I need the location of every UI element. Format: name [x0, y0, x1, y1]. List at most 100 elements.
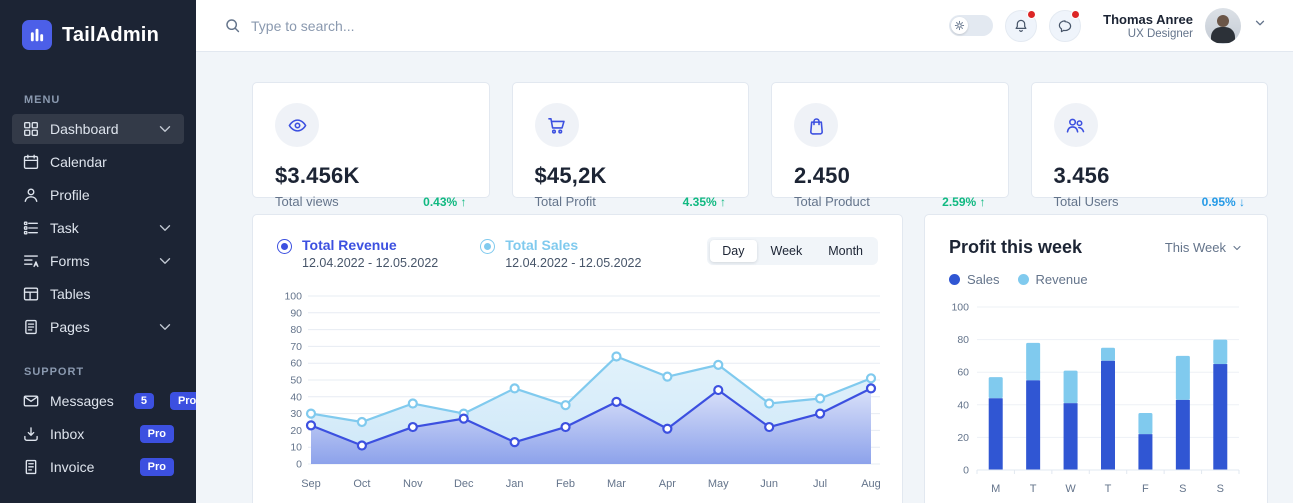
- pages-icon: [22, 318, 40, 336]
- sidebar-item-invoice[interactable]: InvoicePro: [12, 452, 184, 482]
- profit-chart-card: Profit this week This Week SalesRevenue …: [924, 214, 1268, 503]
- sidebar-item-label: Invoice: [50, 459, 94, 475]
- chevron-down-icon: [156, 252, 174, 270]
- svg-text:10: 10: [290, 442, 302, 454]
- calendar-icon: [22, 153, 40, 171]
- stats-row: $3.456K Total views 0.43% ↑ $45,2K Total…: [252, 82, 1268, 198]
- sidebar-item-messages[interactable]: Messages5Pro: [12, 386, 184, 416]
- svg-text:100: 100: [951, 302, 969, 314]
- sidebar-item-task[interactable]: Task: [12, 213, 184, 243]
- stat-value: $3.456K: [275, 163, 467, 189]
- user-icon: [22, 186, 40, 204]
- range-button-day[interactable]: Day: [710, 240, 756, 262]
- sidebar: TailAdmin MENU Dashboard Calendar Profil…: [0, 0, 196, 503]
- legend-item-sales: Sales: [949, 272, 1000, 287]
- svg-text:20: 20: [957, 432, 969, 444]
- sidebar-item-label: Dashboard: [50, 121, 119, 137]
- stat-delta: 0.43% ↑: [423, 195, 466, 209]
- chat-icon: [1057, 18, 1073, 34]
- svg-text:80: 80: [290, 324, 302, 336]
- count-badge: 5: [134, 393, 154, 409]
- app-logo-icon: [22, 20, 52, 50]
- week-select-dropdown[interactable]: This Week: [1165, 240, 1243, 255]
- message-dot: [1071, 10, 1080, 19]
- svg-text:0: 0: [963, 465, 969, 477]
- sidebar-item-dashboard[interactable]: Dashboard: [12, 114, 184, 144]
- svg-text:Jan: Jan: [506, 478, 524, 490]
- stat-card-total-profit: $45,2K Total Profit 4.35% ↑: [512, 82, 750, 198]
- svg-text:Mar: Mar: [607, 478, 626, 490]
- stat-label: Total Product: [794, 194, 870, 209]
- series-period: 12.04.2022 - 12.05.2022: [505, 256, 641, 270]
- user-name: Thomas Anree: [1103, 12, 1193, 27]
- sidebar-item-tables[interactable]: Tables: [12, 279, 184, 309]
- notifications-button[interactable]: [1005, 10, 1037, 42]
- nav-section-label: MENU: [24, 94, 172, 106]
- svg-text:F: F: [1142, 483, 1149, 495]
- grid-icon: [22, 120, 40, 138]
- svg-text:S: S: [1179, 483, 1186, 495]
- series-toggle-total-revenue[interactable]: Total Revenue 12.04.2022 - 12.05.2022: [277, 237, 438, 270]
- inbox-icon: [22, 425, 40, 443]
- range-button-month[interactable]: Month: [816, 240, 875, 262]
- chevron-down-icon: [156, 219, 174, 237]
- range-button-week[interactable]: Week: [759, 240, 815, 262]
- notification-dot: [1027, 10, 1036, 19]
- chevron-down-icon[interactable]: [1253, 16, 1267, 35]
- eye-icon: [275, 103, 319, 147]
- search-icon: [224, 17, 241, 34]
- svg-text:70: 70: [290, 341, 302, 353]
- sidebar-item-profile[interactable]: Profile: [12, 180, 184, 210]
- svg-text:0: 0: [296, 459, 302, 471]
- series-period: 12.04.2022 - 12.05.2022: [302, 256, 438, 270]
- bell-icon: [1013, 18, 1029, 34]
- stat-delta: 0.95% ↓: [1202, 195, 1245, 209]
- task-icon: [22, 219, 40, 237]
- app-window: TailAdmin MENU Dashboard Calendar Profil…: [0, 0, 1293, 503]
- dark-mode-toggle[interactable]: [949, 15, 993, 36]
- series-toggle-total-sales[interactable]: Total Sales 12.04.2022 - 12.05.2022: [480, 237, 641, 270]
- stat-value: 3.456: [1054, 163, 1246, 189]
- stat-card-total-users: 3.456 Total Users 0.95% ↓: [1031, 82, 1269, 198]
- bar-chart-legend: SalesRevenue: [949, 272, 1243, 287]
- svg-text:Dec: Dec: [454, 478, 474, 490]
- svg-text:May: May: [708, 478, 729, 490]
- svg-text:60: 60: [290, 358, 302, 370]
- svg-text:80: 80: [957, 334, 969, 346]
- profit-bar-chart: 020406080100MTWTFSS: [949, 295, 1243, 503]
- sidebar-item-calendar[interactable]: Calendar: [12, 147, 184, 177]
- sidebar-item-inbox[interactable]: InboxPro: [12, 419, 184, 449]
- svg-text:T: T: [1030, 483, 1037, 495]
- sidebar-nav: MENU Dashboard Calendar Profile Task For…: [0, 94, 196, 503]
- sidebar-item-label: Pages: [50, 319, 90, 335]
- range-toggle-group: DayWeekMonth: [707, 237, 878, 265]
- svg-text:M: M: [991, 483, 1000, 495]
- sidebar-item-label: Forms: [50, 253, 90, 269]
- svg-text:Oct: Oct: [353, 478, 370, 490]
- sun-icon: [951, 17, 968, 34]
- search-input[interactable]: [251, 18, 551, 34]
- top-header: Thomas Anree UX Designer: [196, 0, 1293, 52]
- messages-button[interactable]: [1049, 10, 1081, 42]
- revenue-chart-card: Total Revenue 12.04.2022 - 12.05.2022 To…: [252, 214, 903, 503]
- svg-text:T: T: [1105, 483, 1112, 495]
- svg-text:Aug: Aug: [861, 478, 880, 490]
- stat-delta: 2.59% ↑: [942, 195, 985, 209]
- avatar[interactable]: [1205, 8, 1241, 44]
- search-box[interactable]: [224, 17, 935, 34]
- svg-text:60: 60: [957, 367, 969, 379]
- svg-text:90: 90: [290, 307, 302, 319]
- sidebar-item-pages[interactable]: Pages: [12, 312, 184, 342]
- logo-row[interactable]: TailAdmin: [0, 0, 196, 56]
- table-icon: [22, 285, 40, 303]
- sidebar-item-label: Inbox: [50, 426, 84, 442]
- users-icon: [1054, 103, 1098, 147]
- sidebar-item-label: Calendar: [50, 154, 107, 170]
- svg-text:Jul: Jul: [813, 478, 827, 490]
- sidebar-item-forms[interactable]: Forms: [12, 246, 184, 276]
- stat-label: Total Profit: [535, 194, 596, 209]
- svg-text:30: 30: [290, 408, 302, 420]
- user-menu[interactable]: Thomas Anree UX Designer: [1103, 12, 1193, 40]
- svg-text:50: 50: [290, 375, 302, 387]
- svg-text:Feb: Feb: [556, 478, 575, 490]
